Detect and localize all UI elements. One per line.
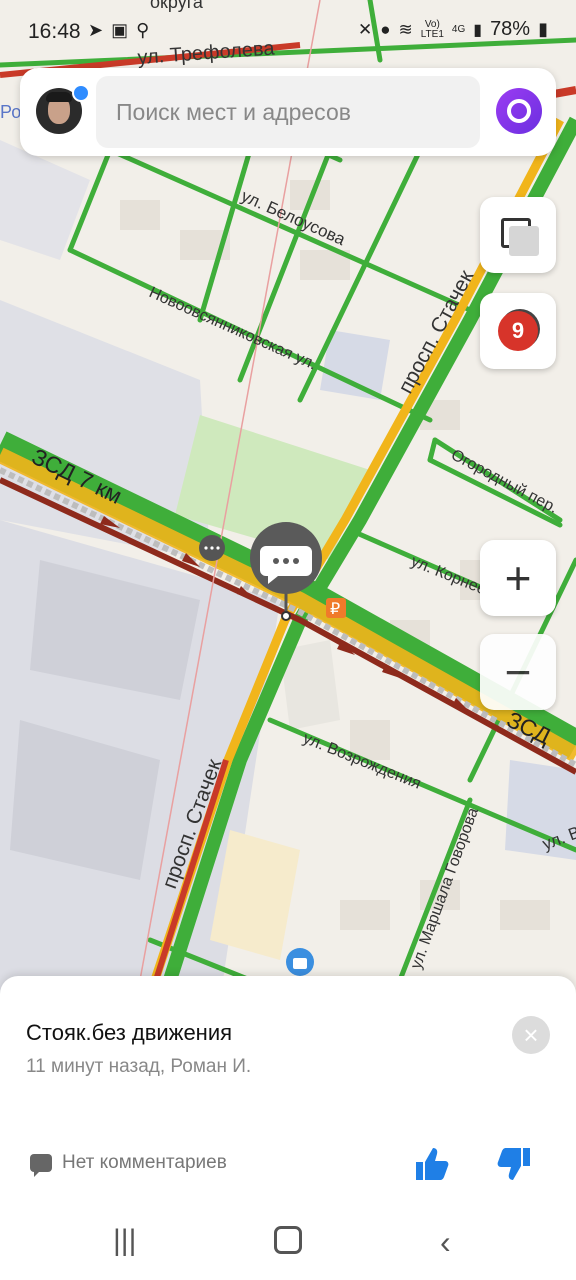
recents-icon[interactable]: |||	[113, 1224, 136, 1258]
layers-icon	[501, 218, 539, 256]
zoom-out-label: −	[504, 646, 532, 698]
event-title: Стояк.без движения	[26, 1020, 233, 1045]
network-type: Vo) LTE1	[420, 19, 444, 40]
status-time: 16:48	[28, 20, 81, 43]
status-bar: 16:48 ➤ ▣ ⚲ ✕ ● ≋ Vo) LTE1 4G ▮ 78% ▮	[0, 0, 576, 64]
comment-icon	[30, 1154, 52, 1177]
gen-label: 4G	[451, 23, 466, 35]
traffic-button[interactable]: 9	[480, 293, 556, 369]
search-small-icon: ⚲	[136, 20, 150, 40]
layers-button[interactable]	[480, 197, 556, 273]
traffic-level-badge: 9	[498, 311, 538, 351]
gallery-icon: ▣	[111, 20, 129, 40]
comment-marker-small[interactable]	[199, 535, 225, 561]
notification-dot	[72, 84, 90, 102]
location-icon: ●	[380, 19, 391, 39]
mute-icon: ✕	[357, 19, 373, 39]
close-button[interactable]: ×	[512, 1016, 550, 1054]
svg-text:₽: ₽	[330, 601, 340, 618]
alice-assistant-icon[interactable]	[496, 88, 542, 134]
label-po: Ро	[0, 102, 21, 122]
thumbs-up-icon[interactable]	[412, 1144, 452, 1184]
signal-icon: ▮	[473, 21, 483, 39]
avatar-hair	[46, 92, 72, 102]
ruble-sign-icon: ₽	[326, 598, 346, 618]
zoom-in-label: +	[504, 552, 532, 604]
zoom-in-button[interactable]: +	[480, 540, 556, 616]
search-input[interactable]	[96, 76, 480, 148]
telegram-icon: ➤	[88, 20, 104, 40]
battery-level: 78%	[490, 18, 531, 40]
wifi-icon: ≋	[398, 19, 413, 39]
event-meta: 11 минут назад, Роман И.	[26, 1056, 252, 1077]
comments-row[interactable]: Нет комментариев	[30, 1152, 227, 1177]
battery-icon: ▮	[538, 19, 548, 39]
shop-bag-icon	[286, 948, 314, 976]
search-card	[20, 68, 556, 156]
zoom-out-button[interactable]: −	[480, 634, 556, 710]
system-nav-bar: ||| ‹	[0, 1206, 576, 1280]
back-icon[interactable]: ‹	[440, 1224, 451, 1261]
home-icon[interactable]	[274, 1226, 302, 1254]
comments-label: Нет комментариев	[62, 1152, 227, 1173]
thumbs-down-icon[interactable]	[494, 1144, 534, 1184]
search-field[interactable]	[96, 76, 480, 148]
network-bottom: LTE1	[420, 28, 444, 40]
